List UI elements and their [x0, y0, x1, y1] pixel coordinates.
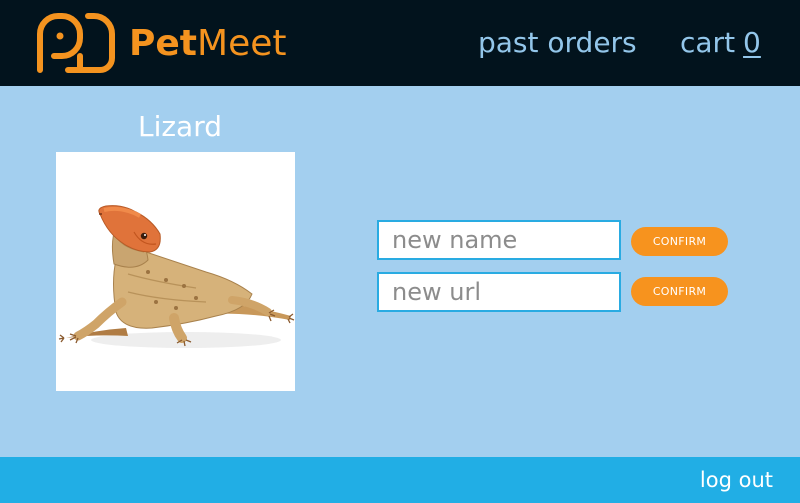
cart-link[interactable]: cart 0 — [680, 26, 761, 60]
past-orders-link[interactable]: past orders — [478, 26, 637, 60]
footer-bar: log out — [0, 457, 800, 503]
new-url-input[interactable] — [377, 272, 621, 312]
confirm-url-button[interactable]: CONFIRM — [631, 277, 728, 306]
pet-photo — [56, 152, 295, 391]
new-name-input[interactable] — [377, 220, 621, 260]
lizard-photo-image — [58, 205, 295, 348]
petmeet-logo-icon — [37, 13, 115, 73]
header-bar: PetMeet past orders cart 0 — [0, 0, 800, 86]
cart-count: 0 — [743, 26, 761, 59]
confirm-name-button[interactable]: CONFIRM — [631, 227, 728, 256]
brand-name-part1: Pet — [129, 23, 198, 64]
pet-name-title: Lizard — [137, 110, 223, 143]
brand-name-part2: Meet — [197, 23, 287, 64]
cart-label: cart — [680, 26, 736, 59]
log-out-link[interactable]: log out — [700, 467, 773, 493]
brand-name: PetMeet — [129, 22, 287, 66]
